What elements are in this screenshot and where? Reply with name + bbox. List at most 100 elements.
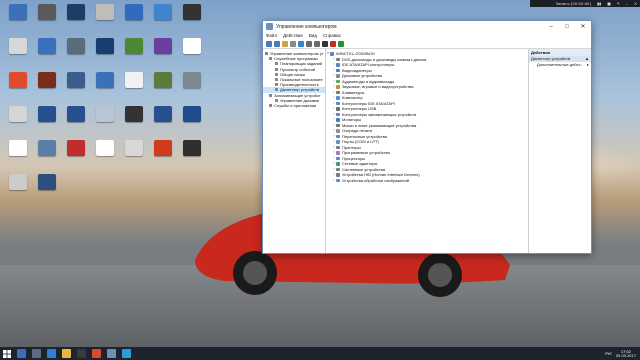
desktop-icon[interactable] (178, 4, 206, 34)
desktop-icon[interactable] (120, 140, 148, 170)
desktop-icon[interactable] (62, 72, 90, 102)
desktop-icon[interactable] (91, 106, 119, 136)
desktop-icon[interactable] (120, 106, 148, 136)
device-category-icon (336, 85, 340, 89)
desktop-icon[interactable] (91, 4, 119, 34)
desktop-icon-glyph (96, 106, 114, 122)
desktop-icon[interactable] (4, 140, 32, 170)
desktop-icon[interactable] (120, 4, 148, 34)
device-category-icon (336, 151, 340, 155)
back-icon[interactable] (266, 40, 272, 47)
desktop-icon[interactable] (91, 140, 119, 170)
maximize-button[interactable]: □ (559, 24, 575, 30)
help-icon[interactable] (298, 40, 304, 47)
computer-management-window: Управление компьютером – □ ✕ Файл Действ… (262, 20, 592, 254)
desktop-icon[interactable] (178, 72, 206, 102)
desktop-icon[interactable] (62, 4, 90, 34)
desktop-icon[interactable] (91, 72, 119, 102)
pen-icon[interactable]: ✎ (617, 1, 620, 6)
desktop-icon[interactable] (33, 140, 61, 170)
actions-header: Действия (529, 49, 591, 56)
app-icon-blue[interactable] (122, 349, 131, 358)
desktop-icon[interactable] (4, 174, 32, 204)
edge-icon[interactable] (47, 349, 56, 358)
windows-icon (3, 349, 11, 358)
menu-action[interactable]: Действие (283, 33, 303, 38)
desktop-icon-glyph (154, 140, 172, 156)
desktop-icon[interactable] (149, 106, 177, 136)
app-icon (266, 23, 273, 30)
app-icon-red[interactable] (92, 349, 101, 358)
taskbar: РУС 17:02 05.05.2017 (0, 347, 640, 360)
desktop-icon[interactable] (62, 106, 90, 136)
desktop-icon[interactable] (178, 38, 206, 68)
desktop-icon[interactable] (4, 4, 32, 34)
desktop-icon-glyph (9, 38, 27, 54)
uninstall-icon[interactable] (330, 40, 336, 47)
desktop-icon[interactable] (178, 106, 206, 136)
menu-file[interactable]: Файл (266, 33, 277, 38)
desktop-icon[interactable] (120, 38, 148, 68)
desktop-icon[interactable] (33, 72, 61, 102)
minimize-icon[interactable]: – (626, 1, 628, 6)
tree-item-icon (275, 98, 278, 102)
explorer-icon[interactable] (62, 349, 71, 358)
desktop-icon-glyph (96, 4, 114, 20)
folder-icon[interactable] (282, 40, 288, 47)
device-category[interactable]: › Устройства обработки изображений (326, 178, 528, 184)
device-category-icon (336, 107, 340, 111)
desktop-icon[interactable] (149, 140, 177, 170)
minimize-button[interactable]: – (543, 24, 559, 30)
tree-item[interactable]: Службы и приложения (263, 103, 325, 108)
stop-icon[interactable]: ■ (607, 1, 611, 6)
tree-item-icon (265, 52, 268, 56)
desktop-icon[interactable] (33, 174, 61, 204)
desktop-icon-glyph (67, 4, 85, 20)
desktop-icon[interactable] (149, 72, 177, 102)
desktop-icon[interactable] (33, 106, 61, 136)
title-bar[interactable]: Управление компьютером – □ ✕ (263, 21, 591, 32)
desktop-icon[interactable] (149, 4, 177, 34)
device-category-icon (336, 63, 340, 67)
desktop-icon[interactable] (4, 106, 32, 136)
desktop-icon[interactable] (4, 38, 32, 68)
device-category-icon (336, 140, 340, 144)
menu-view[interactable]: Вид (309, 33, 317, 38)
desktop-icon[interactable] (4, 72, 32, 102)
language-indicator[interactable]: РУС (605, 352, 612, 356)
desktop-icon-glyph (38, 72, 56, 88)
pause-icon[interactable]: ▮▮ (597, 1, 601, 6)
close-button[interactable]: ✕ (575, 23, 591, 30)
store-icon[interactable] (77, 349, 86, 358)
scan-icon[interactable] (306, 40, 312, 47)
desktop-icon[interactable] (178, 140, 206, 170)
desktop-icon[interactable] (33, 38, 61, 68)
device-category-icon (336, 57, 340, 61)
update-driver-icon[interactable] (314, 40, 320, 47)
computer-management-taskbar-icon[interactable] (107, 349, 116, 358)
desktop-icon-glyph (96, 38, 114, 54)
desktop-icon-glyph (67, 106, 85, 122)
disable-icon[interactable] (322, 40, 328, 47)
device-category-icon (336, 68, 340, 72)
navigation-tree: Управление компьютером (л Служебные прогр… (263, 49, 326, 253)
desktop-icon[interactable] (120, 72, 148, 102)
forward-icon[interactable] (274, 40, 280, 47)
menu-help[interactable]: Справка (323, 33, 341, 38)
desktop-icon[interactable] (91, 38, 119, 68)
search-icon[interactable] (17, 349, 26, 358)
desktop-icon[interactable] (149, 38, 177, 68)
tree-item-icon (275, 78, 278, 82)
enable-icon[interactable] (338, 40, 344, 47)
clock[interactable]: 17:02 05.05.2017 (616, 350, 636, 358)
desktop-icon[interactable] (33, 4, 61, 34)
desktop-icon[interactable] (62, 38, 90, 68)
start-button[interactable] (0, 347, 14, 360)
desktop-icon-glyph (125, 72, 143, 88)
close-icon[interactable]: ✕ (634, 1, 637, 6)
task-view-icon[interactable] (32, 349, 41, 358)
desktop-icon-glyph (67, 38, 85, 54)
properties-icon[interactable] (290, 40, 296, 47)
actions-more[interactable]: Дополнительные дейст... ▸ (529, 62, 591, 68)
desktop-icon[interactable] (62, 140, 90, 170)
